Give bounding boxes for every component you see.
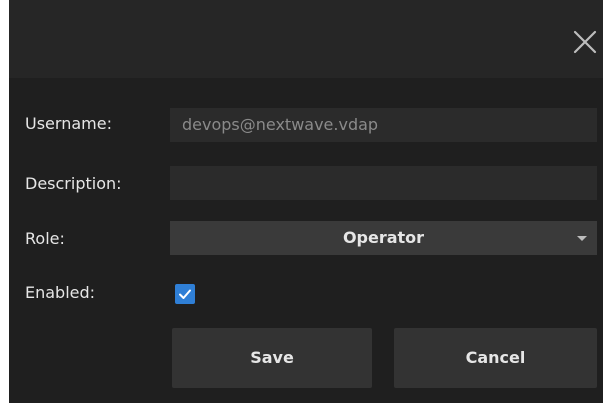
- enabled-checkbox[interactable]: [175, 284, 195, 304]
- save-button[interactable]: Save: [172, 328, 372, 388]
- dialog-titlebar: [9, 0, 603, 78]
- role-label: Role:: [25, 229, 65, 248]
- user-edit-dialog: Username: devops@nextwave.vdap Descripti…: [9, 0, 603, 403]
- username-label: Username:: [25, 114, 112, 133]
- username-field[interactable]: devops@nextwave.vdap: [170, 108, 597, 142]
- close-icon: [573, 30, 597, 54]
- description-label: Description:: [25, 174, 122, 193]
- chevron-down-icon: [577, 236, 587, 241]
- checkmark-icon: [179, 289, 191, 299]
- description-field[interactable]: [170, 166, 597, 200]
- enabled-label: Enabled:: [25, 283, 96, 302]
- role-select[interactable]: Operator: [170, 221, 597, 255]
- close-button[interactable]: [563, 22, 603, 62]
- role-selected-value: Operator: [342, 228, 425, 247]
- cancel-button[interactable]: Cancel: [394, 328, 597, 388]
